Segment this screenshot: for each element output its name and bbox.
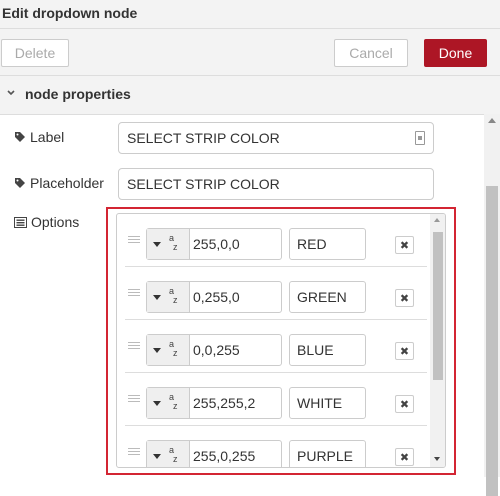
option-label-input[interactable]: WHITE: [289, 387, 366, 419]
option-value-text: 255,255,2: [193, 395, 256, 411]
placeholder-field-label: Placeholder: [14, 175, 104, 191]
option-label-input[interactable]: PURPLE: [289, 440, 366, 467]
options-list: az 255,0,0 RED ✖ az 0,255,0 GREEN ✖ az 0…: [116, 213, 446, 468]
scroll-up-icon[interactable]: [488, 118, 496, 123]
option-label-input[interactable]: BLUE: [289, 334, 366, 366]
option-label-input[interactable]: RED: [289, 228, 366, 260]
options-field-text: Options: [31, 214, 80, 230]
type-select-button[interactable]: az: [147, 229, 190, 259]
list-item: az 255,0,0 RED ✖: [125, 214, 427, 267]
section-header-node-properties[interactable]: node properties: [0, 76, 500, 115]
caret-down-icon: [153, 401, 161, 406]
option-value-text: 0,255,0: [193, 289, 240, 305]
option-value-text: 0,0,255: [193, 342, 240, 358]
label-input[interactable]: SELECT STRIP COLOR: [118, 122, 434, 154]
drag-handle-icon[interactable]: [128, 395, 140, 403]
scroll-down-icon[interactable]: [434, 457, 440, 461]
remove-option-icon[interactable]: ✖: [395, 342, 414, 360]
list-icon: [14, 216, 27, 228]
string-type-icon: az: [169, 392, 178, 411]
string-type-icon: az: [169, 339, 178, 358]
option-value-input[interactable]: az 255,0,255: [146, 440, 282, 467]
tag-icon: [15, 132, 25, 142]
list-item: az 0,255,0 GREEN ✖: [125, 267, 427, 320]
list-item: az 0,0,255 BLUE ✖: [125, 320, 427, 373]
option-value-text: 255,0,0: [193, 236, 240, 252]
option-label-input[interactable]: GREEN: [289, 281, 366, 313]
placeholder-input[interactable]: SELECT STRIP COLOR: [118, 168, 434, 200]
caret-down-icon: [153, 454, 161, 459]
panel-scrollbar[interactable]: [484, 114, 500, 496]
option-value-text: 255,0,255: [193, 448, 256, 464]
done-button[interactable]: Done: [424, 39, 487, 67]
scroll-up-icon[interactable]: [434, 218, 440, 222]
option-value-input[interactable]: az 0,0,255: [146, 334, 282, 366]
caret-down-icon: [153, 348, 161, 353]
remove-option-icon[interactable]: ✖: [395, 289, 414, 307]
chevron-down-icon: [6, 84, 16, 105]
placeholder-field-text: Placeholder: [30, 175, 104, 191]
dialog-title: Edit dropdown node: [2, 5, 138, 21]
string-type-icon: az: [169, 233, 178, 252]
i18n-icon[interactable]: [415, 131, 425, 145]
option-value-input[interactable]: az 0,255,0: [146, 281, 282, 313]
options-scroll-thumb[interactable]: [433, 232, 443, 380]
type-select-button[interactable]: az: [147, 335, 190, 365]
string-type-icon: az: [169, 445, 178, 464]
drag-handle-icon[interactable]: [128, 342, 140, 350]
delete-button[interactable]: Delete: [1, 39, 69, 67]
caret-down-icon: [153, 242, 161, 247]
options-scrollbar[interactable]: [430, 214, 445, 467]
label-field-label: Label: [14, 129, 64, 145]
label-input-value: SELECT STRIP COLOR: [127, 130, 280, 146]
string-type-icon: az: [169, 286, 178, 305]
caret-down-icon: [153, 295, 161, 300]
type-select-button[interactable]: az: [147, 441, 190, 467]
panel-scroll-thumb[interactable]: [486, 186, 498, 496]
dialog-toolbar: Delete Cancel Done: [0, 29, 500, 76]
option-value-input[interactable]: az 255,255,2: [146, 387, 282, 419]
option-value-input[interactable]: az 255,0,0: [146, 228, 282, 260]
remove-option-icon[interactable]: ✖: [395, 236, 414, 254]
options-field-label: Options: [14, 214, 79, 230]
tag-icon: [15, 178, 25, 188]
section-title: node properties: [25, 86, 131, 102]
drag-handle-icon[interactable]: [128, 448, 140, 456]
dialog-header: Edit dropdown node: [0, 0, 500, 29]
cancel-button[interactable]: Cancel: [334, 39, 408, 67]
label-field-text: Label: [30, 129, 65, 145]
remove-option-icon[interactable]: ✖: [395, 448, 414, 466]
type-select-button[interactable]: az: [147, 282, 190, 312]
list-item: az 255,0,255 PURPLE ✖: [125, 426, 427, 467]
type-select-button[interactable]: az: [147, 388, 190, 418]
drag-handle-icon[interactable]: [128, 289, 140, 297]
placeholder-input-value: SELECT STRIP COLOR: [127, 176, 280, 192]
remove-option-icon[interactable]: ✖: [395, 395, 414, 413]
list-item: az 255,255,2 WHITE ✖: [125, 373, 427, 426]
drag-handle-icon[interactable]: [128, 236, 140, 244]
